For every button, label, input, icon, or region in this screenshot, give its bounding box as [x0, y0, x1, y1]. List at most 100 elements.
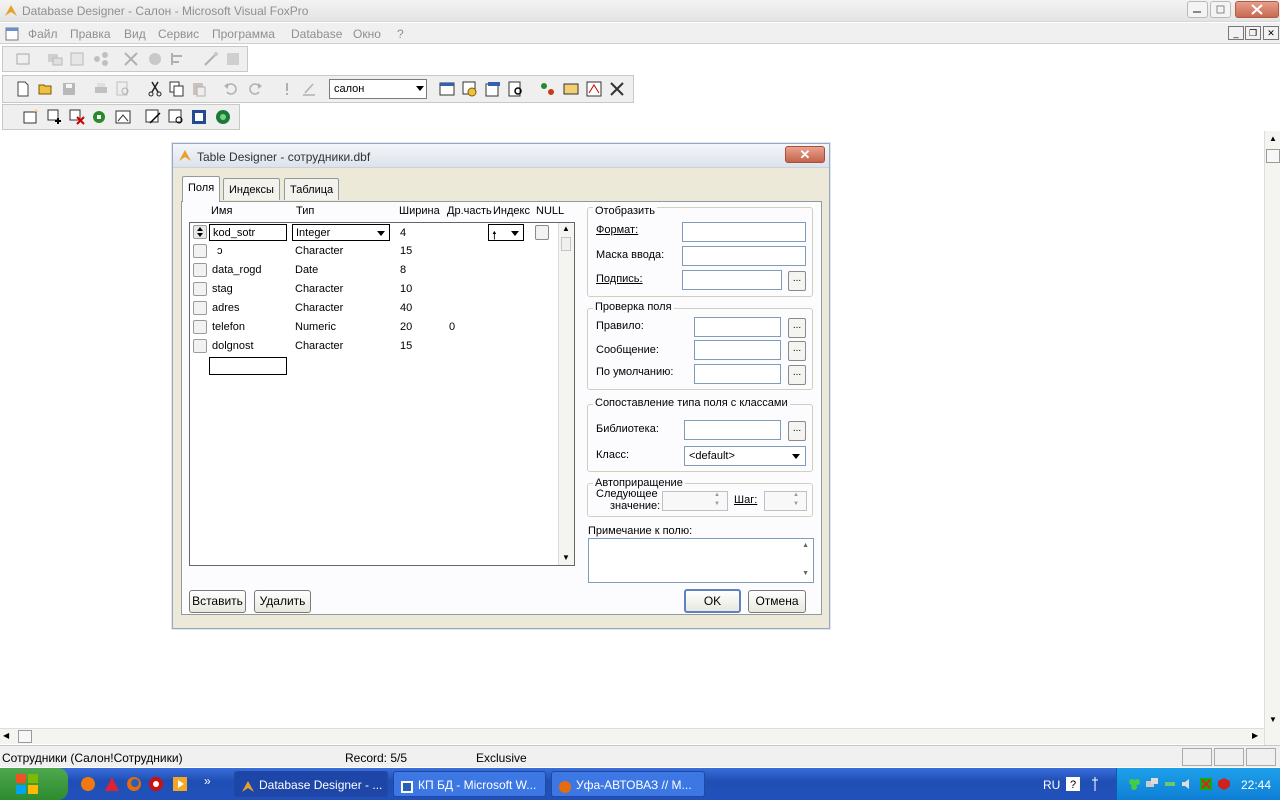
- new-icon[interactable]: [15, 81, 31, 97]
- ok-button[interactable]: OK: [684, 589, 741, 613]
- next-value-spinner[interactable]: ▲ ▼: [662, 491, 728, 511]
- print-preview-icon[interactable]: [115, 81, 131, 97]
- spinner-down-icon[interactable]: ▼: [714, 501, 726, 510]
- field-width-cell[interactable]: 8: [400, 264, 406, 276]
- build-icon[interactable]: [123, 51, 139, 67]
- menu-database[interactable]: Database: [291, 27, 342, 41]
- copy-icon[interactable]: [169, 81, 185, 97]
- spinner-up-icon[interactable]: ▲: [793, 492, 805, 501]
- language-indicator[interactable]: RU: [1043, 778, 1060, 792]
- row-mover[interactable]: [193, 339, 207, 353]
- field-type-cell[interactable]: Character: [295, 245, 343, 257]
- main-vscroll-thumb[interactable]: [1266, 149, 1280, 163]
- field-comment-textarea[interactable]: ▲ ▼: [588, 538, 814, 583]
- field-width-cell[interactable]: 15: [400, 340, 412, 352]
- scroll-up-icon[interactable]: ▲: [1269, 134, 1277, 143]
- main-vertical-scrollbar[interactable]: ▲ ▼: [1264, 131, 1280, 745]
- field-name-cell[interactable]: telefon: [212, 321, 245, 333]
- usb-tray-icon[interactable]: [1163, 777, 1177, 794]
- quicklaunch-opera-icon[interactable]: [148, 776, 164, 795]
- scroll-up-icon[interactable]: ▲: [562, 224, 570, 233]
- field-name-cell[interactable]: stag: [212, 283, 233, 295]
- run-icon[interactable]: [279, 81, 295, 97]
- default-value-builder-button[interactable]: ...: [788, 365, 806, 385]
- field-type-cell[interactable]: Numeric: [295, 321, 336, 333]
- scroll-up-icon[interactable]: ▲: [802, 542, 809, 549]
- mdi-close-button[interactable]: ✕: [1263, 26, 1279, 40]
- field-name-cell[interactable]: adres: [212, 302, 240, 314]
- tab-indexes[interactable]: Индексы: [223, 178, 280, 200]
- network-icon[interactable]: [93, 51, 109, 67]
- remove-table-icon[interactable]: [69, 109, 85, 125]
- close-button[interactable]: [1235, 1, 1279, 18]
- library-builder-button[interactable]: ...: [788, 421, 806, 441]
- clover-tray-icon[interactable]: [1127, 777, 1141, 794]
- scroll-down-icon[interactable]: ▼: [802, 570, 809, 577]
- input-mask-input[interactable]: [682, 246, 806, 266]
- field-type-cell[interactable]: Date: [295, 264, 318, 276]
- database-combo[interactable]: салон: [329, 79, 427, 99]
- cut-icon[interactable]: [147, 81, 163, 97]
- field-name-cell[interactable]: ɔ: [217, 245, 223, 257]
- quicklaunch-expand-icon[interactable]: »: [204, 774, 211, 788]
- ime-icon[interactable]: [1090, 776, 1100, 795]
- modify-form-icon[interactable]: [301, 81, 317, 97]
- edit-stored-procedures-icon[interactable]: [191, 109, 207, 125]
- quicklaunch-firefox-icon[interactable]: [126, 776, 142, 795]
- field-name-cell[interactable]: data_rogd: [212, 264, 262, 276]
- toolbox-icon[interactable]: [539, 81, 555, 97]
- browse-table-icon[interactable]: [168, 109, 184, 125]
- taskbar-item-word[interactable]: КП БД - Microsoft W...: [393, 771, 546, 797]
- quicklaunch-media-icon[interactable]: [172, 776, 188, 795]
- field-type-cell[interactable]: Character: [295, 302, 343, 314]
- tools-icon[interactable]: [609, 81, 625, 97]
- field-width-cell[interactable]: 15: [400, 245, 412, 257]
- menu-tools[interactable]: Сервис: [158, 27, 199, 41]
- insert-button[interactable]: Вставить: [189, 590, 246, 613]
- fields-grid[interactable]: kod_sotr Integer 4 🠕 ɔ Character 15 data…: [189, 222, 575, 566]
- cancel-button[interactable]: Отмена: [748, 590, 806, 613]
- menu-help[interactable]: ?: [397, 27, 404, 41]
- taskbar-item-database-designer[interactable]: Database Designer - ...: [234, 771, 388, 797]
- start-button[interactable]: [0, 768, 68, 800]
- row-mover[interactable]: [193, 301, 207, 315]
- antivirus-tray-icon[interactable]: [1199, 777, 1213, 794]
- scroll-right-icon[interactable]: ▶: [1252, 731, 1258, 740]
- form-edit-icon[interactable]: [69, 51, 85, 67]
- paste-icon[interactable]: [191, 81, 207, 97]
- scroll-down-icon[interactable]: ▼: [1269, 715, 1277, 724]
- command-window-icon[interactable]: [439, 81, 455, 97]
- library-input[interactable]: [684, 420, 781, 440]
- main-horizontal-scrollbar[interactable]: ◀ ▶: [0, 728, 1264, 744]
- default-value-input[interactable]: [694, 364, 781, 384]
- network-tray-icon[interactable]: [1145, 777, 1159, 794]
- data-session-icon[interactable]: [462, 81, 478, 97]
- rule-input[interactable]: [694, 317, 781, 337]
- field-width-cell[interactable]: 20: [400, 321, 412, 333]
- task-pane-icon[interactable]: [563, 81, 579, 97]
- menu-edit[interactable]: Правка: [70, 27, 111, 41]
- quicklaunch-acrobat-icon[interactable]: [104, 776, 120, 795]
- tab-table[interactable]: Таблица: [284, 178, 339, 200]
- wizard-icon[interactable]: [203, 51, 219, 67]
- null-checkbox[interactable]: [535, 225, 549, 240]
- menu-program[interactable]: Программа: [212, 27, 275, 41]
- remote-view-icon[interactable]: [91, 109, 107, 125]
- new-field-name-input[interactable]: [209, 357, 287, 375]
- format-input[interactable]: [682, 222, 806, 242]
- tab-fields[interactable]: Поля: [182, 176, 220, 202]
- class-select[interactable]: <default>: [684, 446, 806, 466]
- form-icon[interactable]: [47, 51, 63, 67]
- add-table-icon[interactable]: [47, 109, 63, 125]
- restore-button[interactable]: [1210, 1, 1231, 18]
- code-references-icon[interactable]: [508, 81, 524, 97]
- menu-view[interactable]: Вид: [124, 27, 146, 41]
- print-icon[interactable]: [93, 81, 109, 97]
- taskbar-item-firefox[interactable]: Уфа-АВТОВАЗ // М...: [551, 771, 705, 797]
- grid-vertical-scrollbar[interactable]: ▲ ▼: [558, 223, 574, 565]
- spinner-up-icon[interactable]: ▲: [714, 492, 726, 501]
- caption-input[interactable]: [682, 270, 782, 290]
- caption-builder-button[interactable]: ...: [788, 271, 806, 291]
- message-input[interactable]: [694, 340, 781, 360]
- undo-icon[interactable]: [223, 81, 239, 97]
